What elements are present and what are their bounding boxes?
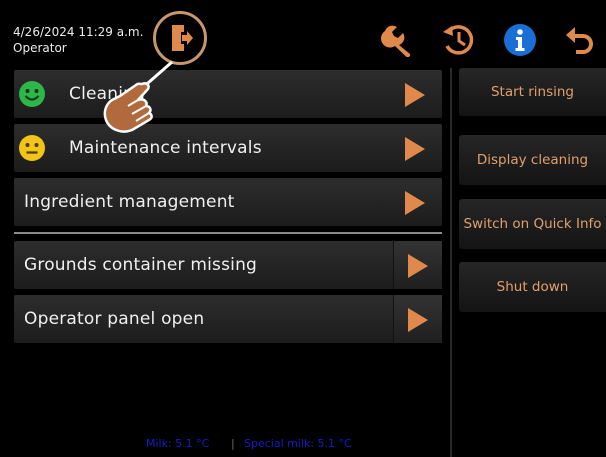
arrow-right-icon	[404, 191, 426, 219]
history-icon[interactable]	[441, 22, 477, 58]
special-milk-temperature: Special milk: 5.1 °C	[244, 437, 352, 450]
start-rinsing-button[interactable]: Start rinsing	[459, 68, 606, 116]
menu-item-cleaning[interactable]: Cleaning	[14, 70, 442, 118]
section-divider	[14, 232, 442, 234]
display-cleaning-button[interactable]: Display cleaning	[459, 135, 606, 185]
side-button-label: Start rinsing	[490, 84, 575, 100]
side-button-label: Switch on Quick Info	[463, 216, 602, 232]
side-button-label: Display cleaning	[476, 152, 589, 168]
arrow-right-icon	[404, 83, 426, 111]
header-bar: 4/26/2024 11:29 a.m. Operator	[0, 0, 606, 68]
arrow-right-icon	[404, 137, 426, 165]
quick-info-button[interactable]: Switch on Quick Info	[459, 199, 606, 249]
menu-item-label: Ingredient management	[24, 192, 235, 212]
pointing-hand-icon	[98, 58, 178, 142]
alert-grounds-container-missing[interactable]: Grounds container missing	[14, 241, 442, 289]
user-role-label: Operator	[13, 41, 67, 55]
logout-button[interactable]	[153, 11, 207, 65]
arrow-right-icon	[407, 308, 429, 336]
menu-item-ingredient-management[interactable]: Ingredient management	[14, 178, 442, 226]
panel-divider	[450, 68, 452, 457]
smiley-neutral-icon	[18, 134, 46, 162]
logout-icon	[170, 24, 194, 56]
milk-temperature: Milk: 5.1 °C	[146, 437, 210, 450]
shut-down-button[interactable]: Shut down	[459, 262, 606, 312]
footer-separator: |	[231, 437, 235, 450]
wrench-icon[interactable]	[380, 22, 416, 58]
datetime-block: 4/26/2024 11:29 a.m. Operator	[13, 24, 143, 56]
back-icon[interactable]	[562, 22, 598, 58]
info-icon[interactable]	[502, 22, 538, 58]
datetime-label: 4/26/2024 11:29 a.m.	[13, 25, 144, 39]
arrow-right-icon	[407, 254, 429, 282]
side-button-label: Shut down	[496, 279, 569, 295]
smiley-happy-icon	[18, 80, 46, 108]
alert-label: Grounds container missing	[24, 255, 258, 275]
alert-operator-panel-open[interactable]: Operator panel open	[14, 295, 442, 343]
menu-item-maintenance[interactable]: Maintenance intervals	[14, 124, 442, 172]
alert-label: Operator panel open	[24, 309, 205, 329]
